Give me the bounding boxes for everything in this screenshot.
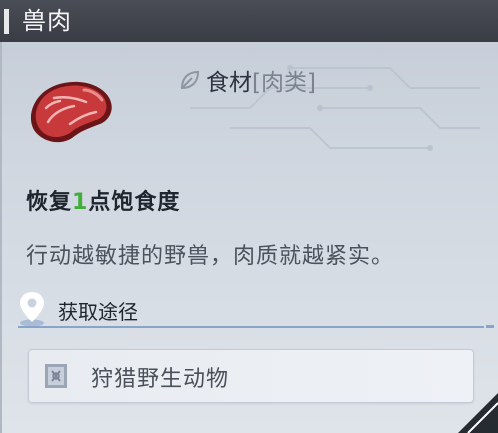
leaf-icon: [180, 70, 200, 90]
panel-corner-decoration: [458, 393, 498, 433]
location-pin-icon: [20, 292, 44, 327]
source-item-text: 狩猎野生动物: [91, 367, 230, 392]
effect-amount: 1: [72, 190, 89, 215]
panel-left-edge: [0, 42, 2, 433]
effect-prefix: 恢复: [26, 190, 73, 215]
item-detail-panel: 兽肉 食材 [肉类] 恢复1点饱食度 行动越敏捷的野兽，肉质就越紧实。 获取途径…: [0, 0, 498, 433]
raw-meat-icon: [30, 81, 112, 143]
source-label: 获取途径: [58, 300, 138, 324]
effect-text: 恢复1点饱食度: [26, 184, 180, 216]
item-description: 行动越敏捷的野兽，肉质就越紧实。: [26, 244, 395, 269]
category-name: 食材: [206, 70, 252, 96]
panel-header: 兽肉: [0, 0, 498, 42]
effect-suffix: 点饱食度: [88, 190, 181, 215]
scroll-icon: [45, 364, 67, 388]
subcategory-name: [肉类]: [252, 70, 316, 96]
source-divider-end: [486, 325, 494, 328]
header-accent-bar: [4, 9, 9, 34]
source-item-hunt[interactable]: 狩猎野生动物: [28, 349, 474, 403]
source-divider: [18, 326, 484, 328]
item-title: 兽肉: [22, 7, 72, 35]
item-category: 食材 [肉类]: [178, 64, 316, 96]
